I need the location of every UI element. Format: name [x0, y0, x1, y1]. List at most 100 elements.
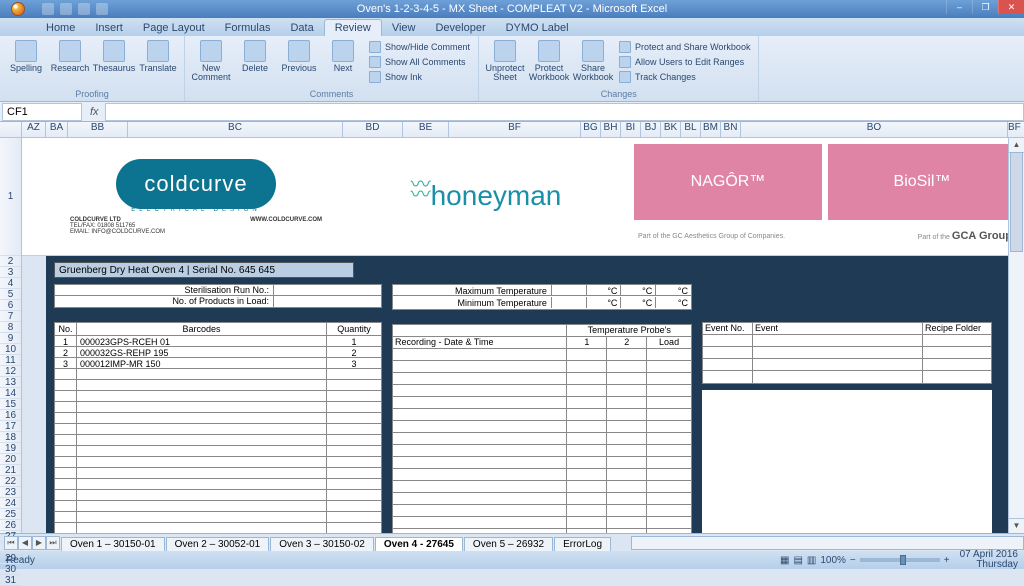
fx-label[interactable]: fx — [84, 106, 105, 118]
scroll-thumb[interactable] — [1010, 152, 1023, 252]
btn-show-ink[interactable]: Show Ink — [367, 70, 472, 84]
btn-track-changes[interactable]: Track Changes — [617, 70, 752, 84]
nav-next[interactable]: ▶ — [32, 536, 46, 550]
col-bk[interactable]: BK — [661, 122, 681, 137]
btn-share-workbook[interactable]: Share Workbook — [573, 38, 613, 82]
row-13[interactable]: 13 — [0, 377, 21, 388]
row-21[interactable]: 21 — [0, 465, 21, 476]
row-17[interactable]: 17 — [0, 421, 21, 432]
row-10[interactable]: 10 — [0, 344, 21, 355]
row-12[interactable]: 12 — [0, 366, 21, 377]
row-16[interactable]: 16 — [0, 410, 21, 421]
nav-prev[interactable]: ◀ — [18, 536, 32, 550]
row-3[interactable]: 3 — [0, 267, 21, 278]
tab-home[interactable]: Home — [36, 20, 85, 36]
col-bo[interactable]: BO — [741, 122, 1008, 137]
row-24[interactable]: 24 — [0, 498, 21, 509]
row-23[interactable]: 23 — [0, 487, 21, 498]
sheet-tab[interactable]: Oven 1 – 30150-01 — [61, 537, 165, 551]
sterilisation-value[interactable] — [274, 284, 382, 296]
col-bf[interactable]: BF — [449, 122, 581, 137]
products-value[interactable] — [274, 296, 382, 308]
zoom-level[interactable]: 100% — [820, 555, 846, 566]
btn-thesaurus[interactable]: Thesaurus — [94, 38, 134, 73]
row-9[interactable]: 9 — [0, 333, 21, 344]
col-last[interactable]: BF — [1008, 122, 1024, 137]
row-4[interactable]: 4 — [0, 278, 21, 289]
btn-allow-edit-ranges[interactable]: Allow Users to Edit Ranges — [617, 55, 752, 69]
col-bd[interactable]: BD — [343, 122, 403, 137]
tab-formulas[interactable]: Formulas — [215, 20, 281, 36]
row-20[interactable]: 20 — [0, 454, 21, 465]
btn-translate[interactable]: Translate — [138, 38, 178, 73]
btn-unprotect-sheet[interactable]: Unprotect Sheet — [485, 38, 525, 82]
row-5[interactable]: 5 — [0, 289, 21, 300]
btn-new-comment[interactable]: New Comment — [191, 38, 231, 82]
zoom-out[interactable]: − — [850, 555, 856, 566]
tab-data[interactable]: Data — [280, 20, 323, 36]
office-button[interactable] — [0, 0, 36, 18]
btn-show-hide-comment[interactable]: Show/Hide Comment — [367, 40, 472, 54]
sheet-tab[interactable]: Oven 3 – 30150-02 — [270, 537, 374, 551]
col-bc[interactable]: BC — [128, 122, 343, 137]
tab-page-layout[interactable]: Page Layout — [133, 20, 215, 36]
btn-protect-workbook[interactable]: Protect Workbook — [529, 38, 569, 82]
row-30[interactable]: 30 — [0, 564, 21, 575]
col-bl[interactable]: BL — [681, 122, 701, 137]
btn-prev-comment[interactable]: Previous — [279, 38, 319, 73]
view-break-icon[interactable]: ▥ — [807, 555, 816, 566]
col-bj[interactable]: BJ — [641, 122, 661, 137]
horizontal-scrollbar[interactable] — [631, 536, 1024, 550]
col-bn[interactable]: BN — [721, 122, 741, 137]
sheet-area[interactable]: coldcurve ELECTRICAL DESIGN COLDCURVE LT… — [22, 138, 1024, 533]
nav-first[interactable]: ⏮ — [4, 536, 18, 550]
row-1[interactable]: 1 — [0, 138, 21, 256]
select-all-corner[interactable] — [0, 122, 22, 137]
col-bh[interactable]: BH — [601, 122, 621, 137]
qat-save[interactable] — [42, 3, 54, 15]
name-box[interactable]: CF1 — [2, 103, 82, 121]
maximize-button[interactable]: ❐ — [972, 0, 998, 14]
row-2[interactable]: 2 — [0, 256, 21, 267]
btn-protect-share[interactable]: Protect and Share Workbook — [617, 40, 752, 54]
sheet-tab[interactable]: Oven 5 – 26932 — [464, 537, 553, 551]
row-11[interactable]: 11 — [0, 355, 21, 366]
zoom-slider[interactable] — [860, 558, 940, 562]
row-14[interactable]: 14 — [0, 388, 21, 399]
qat-more[interactable] — [96, 3, 108, 15]
tab-insert[interactable]: Insert — [85, 20, 133, 36]
col-bm[interactable]: BM — [701, 122, 721, 137]
zoom-in[interactable]: + — [944, 555, 950, 566]
tab-developer[interactable]: Developer — [425, 20, 495, 36]
vertical-scrollbar[interactable] — [1008, 138, 1024, 533]
tab-dymo[interactable]: DYMO Label — [496, 20, 579, 36]
col-bb[interactable]: BB — [68, 122, 128, 137]
row-26[interactable]: 26 — [0, 520, 21, 531]
col-bi[interactable]: BI — [621, 122, 641, 137]
col-az[interactable]: AZ — [22, 122, 46, 137]
sheet-tab[interactable]: Oven 2 – 30052-01 — [166, 537, 270, 551]
row-22[interactable]: 22 — [0, 476, 21, 487]
btn-next-comment[interactable]: Next — [323, 38, 363, 73]
btn-spelling[interactable]: Spelling — [6, 38, 46, 73]
sheet-tab[interactable]: ErrorLog — [554, 537, 611, 551]
qat-redo[interactable] — [78, 3, 90, 15]
tab-view[interactable]: View — [382, 20, 426, 36]
formula-input[interactable] — [105, 103, 1024, 121]
col-be[interactable]: BE — [403, 122, 449, 137]
row-8[interactable]: 8 — [0, 322, 21, 333]
col-ba[interactable]: BA — [46, 122, 68, 137]
btn-show-all-comments[interactable]: Show All Comments — [367, 55, 472, 69]
btn-delete-comment[interactable]: Delete — [235, 38, 275, 73]
row-31[interactable]: 31 — [0, 575, 21, 586]
row-18[interactable]: 18 — [0, 432, 21, 443]
view-layout-icon[interactable]: ▤ — [793, 555, 802, 566]
row-19[interactable]: 19 — [0, 443, 21, 454]
qat-undo[interactable] — [60, 3, 72, 15]
row-15[interactable]: 15 — [0, 399, 21, 410]
btn-research[interactable]: Research — [50, 38, 90, 73]
col-bg[interactable]: BG — [581, 122, 601, 137]
tab-review[interactable]: Review — [324, 19, 382, 36]
sheet-tab-active[interactable]: Oven 4 - 27645 — [375, 537, 463, 551]
close-button[interactable]: ✕ — [998, 0, 1024, 14]
